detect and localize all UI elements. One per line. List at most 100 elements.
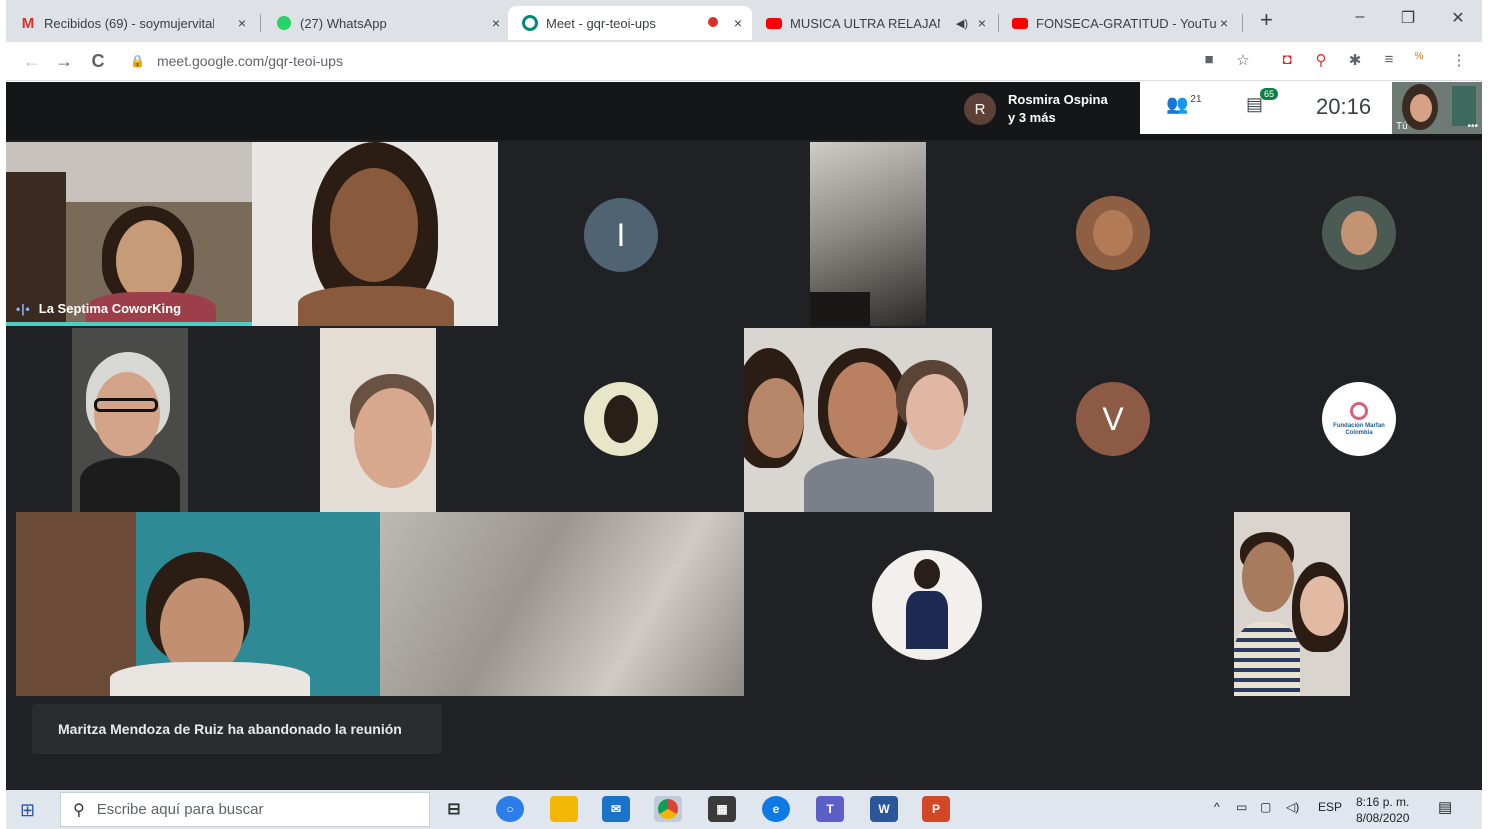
presenter-name: Rosmira Ospina (1008, 92, 1108, 107)
extension-search-icon[interactable]: ⚲ (1310, 51, 1332, 69)
gmail-icon: M (21, 14, 35, 32)
participant-avatar-v[interactable]: V (1076, 382, 1150, 456)
minimize-button[interactable]: – (1340, 8, 1380, 26)
taskbar-clock[interactable]: 8:16 p. m. 8/08/2020 (1356, 794, 1409, 826)
extensions-puzzle-icon[interactable]: ✱ (1344, 51, 1366, 69)
hair (604, 395, 638, 443)
teams-icon[interactable]: T (816, 796, 844, 822)
reload-button[interactable]: C (86, 50, 110, 72)
new-tab-button[interactable]: + (1260, 8, 1273, 32)
participant-tile-blurred[interactable] (380, 512, 744, 696)
people-icon: 👥 (1166, 94, 1189, 114)
face (354, 388, 432, 488)
taskbar-search[interactable]: ⚲ Escribe aquí para buscar (60, 792, 430, 827)
tab-label: Recibidos (69) - soymujervital (44, 15, 214, 31)
volume-icon[interactable]: ◁) (1286, 800, 1299, 814)
participant-tile[interactable] (72, 328, 188, 512)
close-icon[interactable]: × (1220, 15, 1228, 31)
window-close-button[interactable]: ✕ (1438, 8, 1478, 28)
camera-icon[interactable]: ■ (1198, 51, 1220, 68)
media-playlist-icon[interactable]: ≡ (1378, 51, 1400, 68)
close-icon[interactable]: × (492, 15, 500, 31)
tab-whatsapp[interactable]: (27) WhatsApp × (262, 6, 510, 40)
ribbon-logo-icon (1350, 401, 1368, 420)
youtube-icon (766, 15, 782, 31)
close-icon[interactable]: × (978, 15, 986, 31)
self-options-icon[interactable]: ••• (1467, 121, 1478, 132)
presenter-info[interactable]: R Rosmira Ospina y 3 más (954, 84, 1140, 134)
body (110, 662, 310, 696)
participant-tile[interactable] (320, 328, 436, 512)
shadow (810, 292, 870, 326)
participant-tile-speaking[interactable]: •|• La Septima CoworKing (6, 142, 252, 326)
tab-fonseca[interactable]: FONSECA-GRATITUD - YouTub × (998, 6, 1238, 40)
task-view-icon[interactable]: ⊟ (440, 796, 468, 822)
participant-tile-group[interactable] (744, 328, 992, 512)
face (330, 168, 418, 282)
tab-musica[interactable]: MUSICA ULTRA RELAJANT ◀) × (752, 6, 996, 40)
face (1300, 576, 1344, 636)
network-icon[interactable]: ▢ (1260, 800, 1271, 814)
tab-gmail[interactable]: M Recibidos (69) - soymujervital × (6, 6, 256, 40)
meeting-clock: 20:16 (1316, 94, 1372, 119)
chrome-icon[interactable] (654, 796, 682, 822)
meeting-info-panel: 👥 21 ▤ 65 20:16 (1140, 82, 1392, 134)
self-label: Tú (1396, 121, 1408, 132)
face (828, 362, 898, 458)
tab-meet[interactable]: Meet - gqr-teoi-ups × (508, 6, 752, 40)
browser-app-icon[interactable]: ○ (496, 796, 524, 822)
mail-icon[interactable]: ✉ (602, 796, 630, 822)
participant-tile[interactable] (16, 512, 380, 696)
notifications-icon[interactable]: ▤ (1438, 798, 1452, 816)
windows-start-icon[interactable]: ⊞ (20, 800, 35, 821)
pocket-icon[interactable]: ◘ (1276, 51, 1298, 68)
participant-logo-avatar[interactable]: Fundación Marfan Colombia (1322, 382, 1396, 456)
tab-divider (260, 14, 261, 32)
address-bar[interactable]: 🔒 meet.google.com/gqr-teoi-ups (130, 48, 1190, 74)
language-indicator[interactable]: ESP (1318, 800, 1342, 814)
url-text: meet.google.com/gqr-teoi-ups (156, 53, 343, 69)
body (298, 286, 454, 326)
maximize-button[interactable]: ❐ (1388, 8, 1428, 28)
participant-avatar-i[interactable]: I (584, 198, 658, 272)
participant-photo-avatar[interactable] (872, 550, 982, 660)
speaker-icon[interactable]: ◀) (956, 17, 968, 30)
tray-chevron-icon[interactable]: ^ (1214, 800, 1220, 814)
bookmark-star-icon[interactable]: ☆ (1232, 51, 1254, 69)
powerpoint-icon[interactable]: P (922, 796, 950, 822)
search-icon: ⚲ (73, 801, 85, 819)
file-explorer-icon[interactable] (550, 796, 578, 822)
hair (914, 559, 940, 589)
chat-button[interactable]: ▤ 65 (1246, 88, 1279, 115)
participant-photo-avatar[interactable] (584, 382, 658, 456)
participant-photo-avatar[interactable] (1322, 196, 1396, 270)
extension-icon[interactable]: % (1408, 51, 1430, 62)
forward-button[interactable]: → (52, 50, 76, 72)
striped-shirt (1234, 622, 1300, 696)
self-background (1452, 86, 1476, 126)
more-menu-icon[interactable]: ⋮ (1448, 51, 1470, 69)
word-icon[interactable]: W (870, 796, 898, 822)
participant-tile-couple[interactable] (1234, 512, 1350, 696)
close-icon[interactable]: × (238, 15, 246, 31)
participant-photo-avatar[interactable] (1076, 196, 1150, 270)
tab-label: FONSECA-GRATITUD - YouTub (1036, 15, 1216, 31)
tab-divider (1242, 14, 1243, 32)
participant-tile[interactable] (810, 142, 926, 326)
tab-label: Meet - gqr-teoi-ups (546, 15, 656, 31)
back-button[interactable]: ← (20, 50, 44, 72)
battery-icon[interactable]: ▭ (1236, 800, 1247, 814)
edge-icon[interactable]: e (762, 796, 790, 822)
speaking-highlight (6, 322, 252, 326)
self-view-tile[interactable]: Tú ••• (1392, 82, 1482, 134)
close-icon[interactable]: × (734, 15, 742, 31)
lock-icon: 🔒 (130, 54, 145, 68)
body (906, 591, 948, 649)
participant-tile[interactable] (252, 142, 498, 326)
chat-badge: 65 (1260, 88, 1279, 100)
windows-taskbar: ⊞ ⚲ Escribe aquí para buscar ⊟ ○ ✉ ▦ e T… (6, 790, 1482, 829)
participants-button[interactable]: 👥 21 (1166, 94, 1202, 115)
presenter-others: y 3 más (1008, 110, 1056, 125)
store-icon[interactable]: ▦ (708, 796, 736, 822)
face (906, 374, 964, 450)
